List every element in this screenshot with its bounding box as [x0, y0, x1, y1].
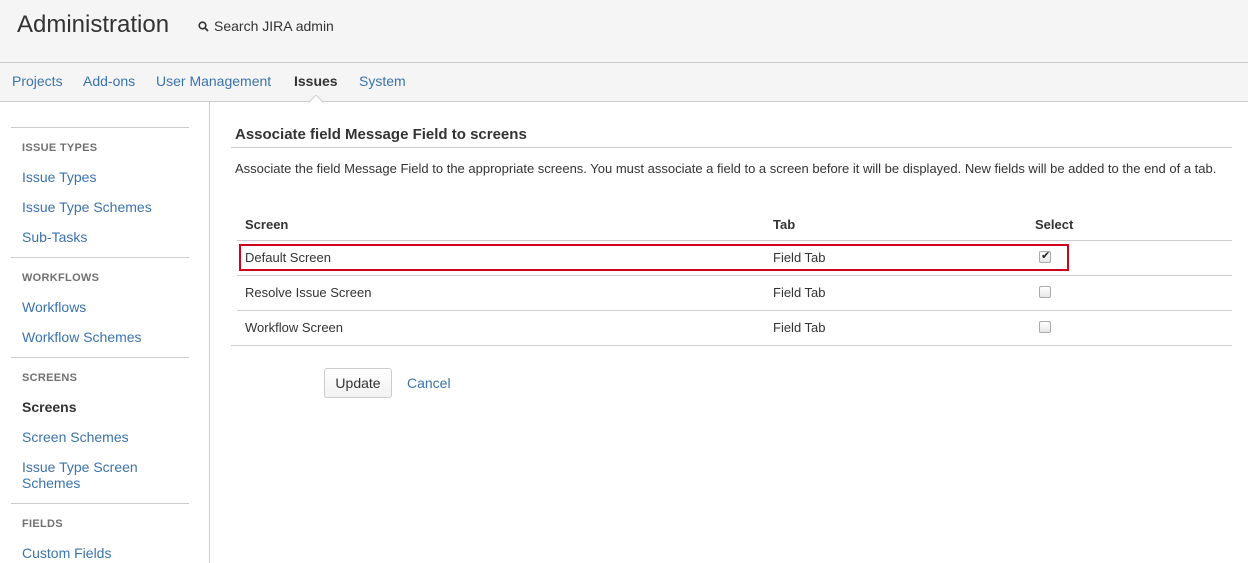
- page-title: Administration: [17, 11, 170, 38]
- sidebar-divider: [11, 503, 189, 504]
- form-title: Associate field Message Field to screens: [235, 126, 527, 143]
- sidebar-heading-fields: FIELDS: [22, 518, 63, 530]
- column-header-screen: Screen: [245, 217, 289, 232]
- sidebar-divider: [11, 357, 189, 358]
- title-divider: [231, 147, 1232, 148]
- select-checkbox-workflow-screen[interactable]: [1039, 321, 1051, 333]
- row-screen-name: Workflow Screen: [245, 320, 344, 335]
- row-screen-name: Resolve Issue Screen: [245, 285, 372, 300]
- sidebar-item-issue-type-schemes[interactable]: Issue Type Schemes: [22, 199, 192, 215]
- search-icon: [198, 20, 209, 32]
- tab-issues[interactable]: Issues: [294, 73, 338, 89]
- sidebar-item-screens[interactable]: Screens: [22, 399, 192, 415]
- tab-add-ons[interactable]: Add-ons: [83, 73, 135, 89]
- sidebar-item-issue-types[interactable]: Issue Types: [22, 169, 192, 185]
- select-checkbox-resolve-issue-screen[interactable]: [1039, 286, 1051, 298]
- highlight-box: [239, 244, 1069, 271]
- column-header-tab: Tab: [773, 217, 796, 232]
- admin-header: Administration Search JIRA admin: [0, 0, 1248, 63]
- sidebar-heading-screens: SCREENS: [22, 372, 78, 384]
- cancel-link[interactable]: Cancel: [407, 375, 451, 391]
- sidebar-item-issue-type-screen-schemes[interactable]: Issue Type Screen Schemes: [22, 459, 162, 491]
- active-tab-indicator-icon: [308, 95, 324, 103]
- table-divider: [231, 345, 1232, 346]
- sidebar-item-workflow-schemes[interactable]: Workflow Schemes: [22, 329, 192, 345]
- table-divider: [237, 310, 1232, 311]
- sidebar-item-custom-fields[interactable]: Custom Fields: [22, 545, 192, 561]
- table-divider: [237, 240, 1232, 241]
- sidebar-item-sub-tasks[interactable]: Sub-Tasks: [22, 229, 192, 245]
- sidebar-item-screen-schemes[interactable]: Screen Schemes: [22, 429, 192, 445]
- tab-system[interactable]: System: [359, 73, 406, 89]
- sidebar-heading-issue-types: ISSUE TYPES: [22, 142, 98, 154]
- tab-user-management[interactable]: User Management: [156, 73, 271, 89]
- search-admin-link[interactable]: Search JIRA admin: [198, 18, 334, 34]
- sidebar-divider: [11, 127, 189, 128]
- sidebar-heading-workflows: WORKFLOWS: [22, 272, 100, 284]
- sidebar-divider: [11, 257, 189, 258]
- tab-projects[interactable]: Projects: [12, 73, 63, 89]
- row-tab-name: Field Tab: [773, 320, 826, 335]
- update-button[interactable]: Update: [324, 368, 392, 398]
- search-label: Search JIRA admin: [214, 18, 334, 34]
- sidebar-item-workflows[interactable]: Workflows: [22, 299, 192, 315]
- sidebar: ISSUE TYPES Issue Types Issue Type Schem…: [0, 102, 210, 563]
- column-header-select: Select: [1035, 217, 1074, 232]
- admin-nav: Projects Add-ons User Management Issues …: [0, 63, 1248, 102]
- table-divider: [237, 275, 1232, 276]
- form-description: Associate the field Message Field to the…: [235, 161, 1217, 176]
- row-tab-name: Field Tab: [773, 285, 826, 300]
